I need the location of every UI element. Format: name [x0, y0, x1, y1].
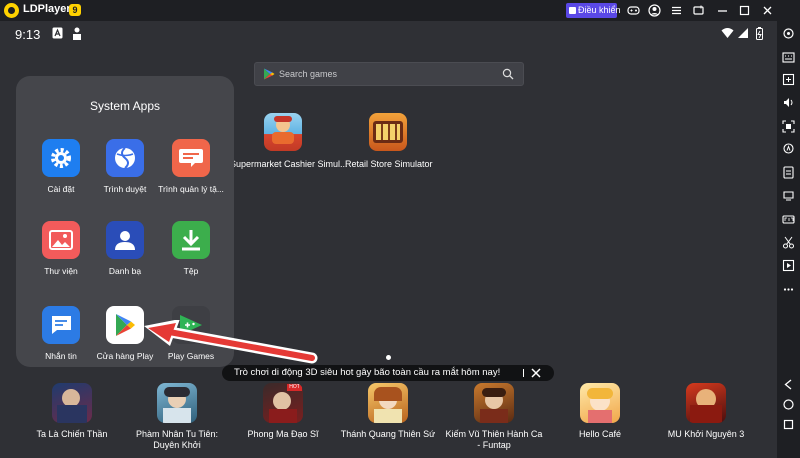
- search-input[interactable]: [279, 66, 499, 82]
- minimize-icon[interactable]: [716, 4, 729, 17]
- app-title: LDPlayer: [23, 3, 71, 15]
- desktop-app-label: Supermarket Cashier Simul...: [230, 159, 348, 169]
- dock-app-phong-ma-dao-si[interactable]: HOT Phong Ma Đạo Sĩ: [233, 383, 333, 440]
- keyboard-mapping-icon[interactable]: [782, 51, 795, 64]
- home-icon[interactable]: [782, 398, 795, 411]
- notification-person-icon: [72, 27, 82, 40]
- file-manager-icon: [172, 139, 210, 177]
- battery-icon: [756, 27, 763, 40]
- banner-text: Trò chơi di động 3D siêu hot gây bão toà…: [234, 367, 501, 378]
- recent-apps-icon[interactable]: [782, 418, 795, 431]
- video-record-icon[interactable]: [782, 259, 795, 272]
- notification-a-icon: [52, 27, 63, 39]
- phong-ma-dao-si-app-icon: HOT: [263, 383, 303, 423]
- banner-separator: [523, 369, 524, 377]
- screenshot-icon[interactable]: [782, 120, 795, 133]
- right-toolbar: [777, 21, 800, 458]
- app-label: Danh bạ: [108, 266, 142, 276]
- operation-record-icon[interactable]: [782, 73, 795, 86]
- app-label: Tệp: [183, 266, 199, 276]
- app-files[interactable]: Tệp: [153, 221, 229, 276]
- supermarket-cashier-app-icon: [264, 113, 302, 151]
- browser-icon: [106, 139, 144, 177]
- wifi-icon: [721, 27, 734, 39]
- control-button-label: Điều khiển: [578, 5, 621, 15]
- download-icon: [172, 221, 210, 259]
- status-time: 9:13: [15, 27, 41, 42]
- dock-app-label: Thánh Quang Thiên Sứ: [340, 429, 436, 439]
- app-label: Trình quản lý tậ...: [158, 184, 224, 194]
- dock-app-pham-nhan-tu-tien[interactable]: Phàm Nhân Tu Tiên: Duyên Khởi: [127, 383, 227, 451]
- close-banner-icon[interactable]: [531, 368, 541, 378]
- page-indicator-dot: [386, 355, 391, 360]
- messages-icon: [42, 306, 80, 344]
- retail-store-app-icon: [369, 113, 407, 151]
- settings-icon: [42, 139, 80, 177]
- dock-app-label: Kiếm Vũ Thiên Hành Ca - Funtap: [445, 429, 543, 450]
- dock-app-label: MU Khởi Nguyên 3: [667, 429, 745, 439]
- ldplayer-logo-icon: [4, 3, 19, 18]
- mu-khoi-nguyen-3-app-icon: [686, 383, 726, 423]
- more-icon[interactable]: [782, 283, 795, 296]
- dock-app-label: Ta Là Chiến Thần: [36, 429, 108, 439]
- dock-app-label: Phàm Nhân Tu Tiên: Duyên Khởi: [135, 429, 219, 450]
- gallery-icon: [42, 221, 80, 259]
- google-play-icon: [264, 68, 275, 80]
- dock-app-mu-khoi-nguyen-3[interactable]: MU Khởi Nguyên 3: [656, 383, 756, 440]
- keyboard-icon: [569, 7, 576, 14]
- control-button[interactable]: Điều khiển: [566, 3, 621, 18]
- title-bar: LDPlayer 9 Điều khiển: [0, 0, 800, 21]
- pham-nhan-tu-tien-app-icon: [157, 383, 197, 423]
- rotate-icon[interactable]: [782, 142, 795, 155]
- install-apk-icon[interactable]: [782, 166, 795, 179]
- app-label: Trình duyệt: [103, 184, 147, 194]
- back-icon[interactable]: [782, 378, 795, 391]
- hello-cafe-app-icon: [580, 383, 620, 423]
- settings-gear-icon[interactable]: [782, 27, 795, 40]
- account-icon[interactable]: [648, 4, 661, 17]
- fps-icon[interactable]: [782, 213, 795, 226]
- app-file-manager[interactable]: Trình quản lý tậ...: [153, 139, 229, 194]
- volume-icon[interactable]: [782, 96, 795, 109]
- multi-window-icon[interactable]: [782, 189, 795, 202]
- play-store-icon: [106, 306, 144, 344]
- ta-la-chien-than-app-icon: [52, 383, 92, 423]
- maximize-icon[interactable]: [738, 4, 751, 17]
- thanh-quang-thien-su-app-icon: [368, 383, 408, 423]
- dock-app-hello-cafe[interactable]: Hello Café: [550, 383, 650, 440]
- gamepad-icon[interactable]: [627, 4, 640, 17]
- version-badge: 9: [69, 4, 81, 16]
- folder-title: System Apps: [89, 99, 161, 113]
- app-browser[interactable]: Trình duyệt: [87, 139, 163, 194]
- desktop-app-supermarket-cashier[interactable]: Supermarket Cashier Simul...: [230, 113, 348, 169]
- dock-app-label: Phong Ma Đạo Sĩ: [247, 429, 319, 439]
- dock-app-thanh-quang-thien-su[interactable]: Thánh Quang Thiên Sứ: [338, 383, 438, 440]
- kiem-vu-thien-hanh-ca-app-icon: [474, 383, 514, 423]
- dock-app-ta-la-chien-than[interactable]: Ta Là Chiến Thần: [22, 383, 122, 440]
- search-bar[interactable]: [254, 62, 524, 86]
- screenshot-tool-icon[interactable]: [692, 4, 705, 17]
- signal-icon: [737, 27, 749, 39]
- desktop-app-label: Retail Store Simulator: [345, 159, 433, 169]
- contacts-icon: [106, 221, 144, 259]
- dock-app-kiem-vu-thien-hanh-ca[interactable]: Kiếm Vũ Thiên Hành Ca - Funtap: [444, 383, 544, 451]
- close-icon[interactable]: [761, 4, 774, 17]
- promo-banner[interactable]: Trò chơi di động 3D siêu hot gây bão toà…: [222, 365, 554, 381]
- scissors-icon[interactable]: [782, 236, 795, 249]
- app-contacts[interactable]: Danh bạ: [87, 221, 163, 276]
- search-icon[interactable]: [502, 68, 514, 80]
- red-arrow-annotation: [144, 320, 318, 364]
- menu-icon[interactable]: [670, 4, 683, 17]
- emulator-window: LDPlayer 9 Điều khiển 9:13 Search games …: [0, 0, 800, 458]
- desktop-app-retail-store[interactable]: Retail Store Simulator: [345, 113, 433, 169]
- dock-app-label: Hello Café: [578, 429, 622, 439]
